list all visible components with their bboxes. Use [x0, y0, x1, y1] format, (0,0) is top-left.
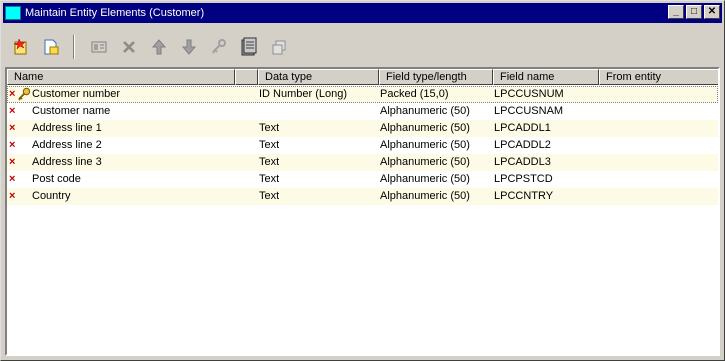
cell-name: Address line 3: [32, 156, 102, 168]
delete-marker-icon[interactable]: ×: [9, 88, 15, 101]
copy-icon: [272, 40, 286, 55]
cell-name: Address line 2: [32, 139, 102, 151]
cell-field-type: Alphanumeric (50): [380, 190, 470, 202]
delete-marker-icon[interactable]: ×: [9, 105, 15, 118]
window-title: Maintain Entity Elements (Customer): [25, 7, 205, 19]
column-header-from-entity[interactable]: From entity: [599, 69, 718, 85]
delete-icon: [123, 41, 135, 53]
cell-data-type: ID Number (Long): [259, 88, 348, 100]
table-row[interactable]: × Customer number ID Number (Long) Packed (…: [7, 86, 718, 103]
new-element-button[interactable]: [9, 35, 33, 59]
properties-icon: [91, 41, 107, 53]
cell-field-type: Alphanumeric (50): [380, 139, 470, 151]
delete-marker-icon[interactable]: ×: [9, 173, 15, 186]
cell-field-name: LPCPSTCD: [494, 173, 553, 185]
add-from-file-button[interactable]: [39, 35, 63, 59]
notes-button[interactable]: [237, 35, 261, 59]
cell-name: Customer number: [32, 88, 121, 100]
cell-field-name: LPCADDL2: [494, 139, 551, 151]
cell-field-name: LPCCUSNUM: [494, 88, 564, 100]
cell-field-type: Packed (15,0): [380, 88, 449, 100]
cell-data-type: Text: [259, 122, 280, 134]
grid-header: Name Data type Field type/length Field n…: [7, 69, 718, 85]
cell-field-type: Alphanumeric (50): [380, 173, 470, 185]
cell-data-type: Text: [259, 190, 280, 202]
column-header-data-type[interactable]: Data type: [258, 69, 379, 85]
cell-field-type: Alphanumeric (50): [380, 156, 470, 168]
cell-field-name: LPCCUSNAM: [494, 105, 564, 117]
minimize-button[interactable]: _: [668, 5, 684, 19]
table-row[interactable]: × Address line 3 Text Alphanumeric (50) LPCA…: [7, 154, 718, 171]
move-down-button[interactable]: [177, 35, 201, 59]
key-icon: [212, 39, 226, 54]
title-bar[interactable]: Maintain Entity Elements (Customer) _ □ …: [3, 3, 722, 23]
move-up-icon: [151, 39, 167, 55]
key-button[interactable]: [207, 35, 231, 59]
cell-data-type: Text: [259, 173, 280, 185]
cell-field-name: LPCADDL1: [494, 122, 551, 134]
add-from-file-icon: [44, 39, 59, 55]
table-row[interactable]: × Post code Text Alphanumeric (50) LPCPSTCD: [7, 171, 718, 188]
properties-button[interactable]: [87, 35, 111, 59]
cell-name: Address line 1: [32, 122, 102, 134]
grid-rows: × Customer number ID Number (Long) Packed (…: [7, 86, 718, 205]
column-header-field-type[interactable]: Field type/length: [379, 69, 493, 85]
cell-name: Country: [32, 190, 71, 202]
table-row[interactable]: × Address line 1 Text Alphanumeric (50) LPCA…: [7, 120, 718, 137]
toolbar-separator: [73, 35, 75, 59]
cell-field-type: Alphanumeric (50): [380, 105, 470, 117]
cell-field-type: Alphanumeric (50): [380, 122, 470, 134]
table-row[interactable]: × Address line 2 Text Alphanumeric (50) LPCA…: [7, 137, 718, 154]
primary-key-icon: [18, 87, 31, 101]
cell-data-type: Text: [259, 156, 280, 168]
column-header-spacer[interactable]: [235, 69, 258, 85]
elements-grid[interactable]: Name Data type Field type/length Field n…: [5, 67, 720, 356]
delete-marker-icon[interactable]: ×: [9, 122, 15, 135]
notes-icon: [241, 37, 257, 56]
cell-name: Post code: [32, 173, 81, 185]
new-element-icon: [13, 38, 27, 55]
cell-field-name: LPCCNTRY: [494, 190, 554, 202]
table-row[interactable]: × Country Text Alphanumeric (50) LPCCNTRY: [7, 188, 718, 205]
toolbar: [3, 27, 722, 67]
delete-marker-icon[interactable]: ×: [9, 139, 15, 152]
move-down-icon: [181, 39, 197, 55]
delete-marker-icon[interactable]: ×: [9, 190, 15, 203]
cell-data-type: Text: [259, 139, 280, 151]
move-up-button[interactable]: [147, 35, 171, 59]
copy-button[interactable]: [267, 35, 291, 59]
table-row[interactable]: × Customer name Alphanumeric (50) LPCCUSNAM: [7, 103, 718, 120]
column-header-name[interactable]: Name: [7, 69, 235, 85]
close-button[interactable]: ✕: [704, 5, 720, 19]
delete-marker-icon[interactable]: ×: [9, 156, 15, 169]
maximize-button[interactable]: □: [686, 5, 702, 19]
delete-button[interactable]: [117, 35, 141, 59]
app-icon: [5, 6, 21, 20]
cell-name: Customer name: [32, 105, 111, 117]
cell-field-name: LPCADDL3: [494, 156, 551, 168]
column-header-field-name[interactable]: Field name: [493, 69, 599, 85]
main-window: Maintain Entity Elements (Customer) _ □ …: [0, 0, 725, 361]
